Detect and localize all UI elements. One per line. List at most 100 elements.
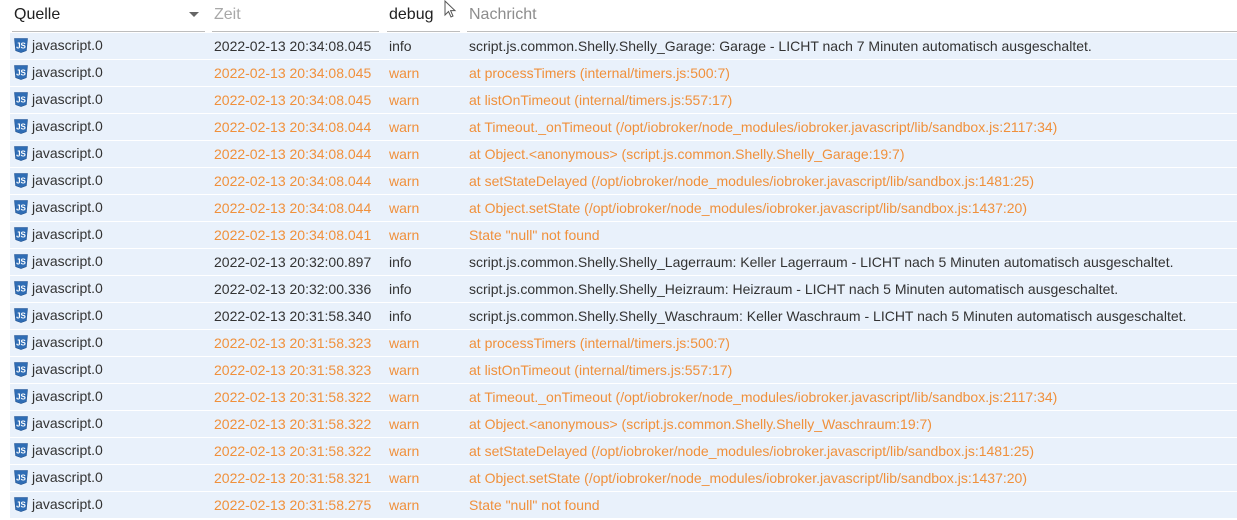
log-severity-cell: warn [389, 200, 420, 216]
log-row[interactable]: JS javascript.0 2022-02-13 20:31:58.323 war… [10, 357, 1237, 384]
log-source-text: javascript.0 [32, 361, 103, 377]
svg-text:JS: JS [16, 231, 26, 240]
log-message-cell: script.js.common.Shelly.Shelly_Heizraum:… [469, 281, 1119, 297]
log-source-text: javascript.0 [32, 415, 103, 431]
svg-text:JS: JS [16, 501, 26, 510]
log-row[interactable]: JS javascript.0 2022-02-13 20:34:08.044 war… [10, 141, 1237, 168]
svg-text:JS: JS [16, 177, 26, 186]
time-filter-input[interactable]: Zeit [212, 6, 379, 32]
log-severity-cell: info [389, 38, 412, 54]
log-time-cell: 2022-02-13 20:34:08.041 [214, 227, 372, 243]
svg-text:JS: JS [16, 42, 26, 51]
log-time-cell: 2022-02-13 20:31:58.323 [214, 335, 372, 351]
log-row[interactable]: JS javascript.0 2022-02-13 20:34:08.044 war… [10, 195, 1237, 222]
log-message-cell: at setStateDelayed (/opt/iobroker/node_m… [469, 443, 1034, 459]
log-source-text: javascript.0 [32, 334, 103, 350]
mouse-cursor-icon [444, 0, 457, 18]
javascript-adapter-icon: JS [14, 416, 28, 431]
javascript-adapter-icon: JS [14, 470, 28, 485]
log-time-cell: 2022-02-13 20:34:08.044 [214, 200, 372, 216]
log-time-cell: 2022-02-13 20:34:08.045 [214, 38, 372, 54]
log-message-cell: at listOnTimeout (internal/timers.js:557… [469, 362, 733, 378]
log-severity-cell: warn [389, 362, 420, 378]
javascript-adapter-icon: JS [14, 335, 28, 350]
log-message-cell: State "null" not found [469, 497, 600, 513]
log-time-cell: 2022-02-13 20:31:58.322 [214, 389, 372, 405]
log-source-text: javascript.0 [32, 37, 103, 53]
log-row[interactable]: JS javascript.0 2022-02-13 20:31:58.275 war… [10, 492, 1237, 519]
svg-text:JS: JS [16, 123, 26, 132]
log-severity-cell: warn [389, 146, 420, 162]
svg-text:JS: JS [16, 285, 26, 294]
svg-text:JS: JS [16, 312, 26, 321]
log-row[interactable]: JS javascript.0 2022-02-13 20:31:58.322 war… [10, 411, 1237, 438]
log-message-cell: at Timeout._onTimeout (/opt/iobroker/nod… [469, 119, 1058, 135]
log-time-cell: 2022-02-13 20:32:00.897 [214, 254, 372, 270]
javascript-adapter-icon: JS [14, 92, 28, 107]
javascript-adapter-icon: JS [14, 119, 28, 134]
log-row[interactable]: JS javascript.0 2022-02-13 20:31:58.322 war… [10, 438, 1237, 465]
log-message-cell: script.js.common.Shelly.Shelly_Waschraum… [469, 308, 1187, 324]
log-source-text: javascript.0 [32, 388, 103, 404]
log-message-cell: at Object.setState (/opt/iobroker/node_m… [469, 200, 1027, 216]
log-severity-cell: warn [389, 173, 420, 189]
log-severity-cell: warn [389, 227, 420, 243]
log-message-cell: at processTimers (internal/timers.js:500… [469, 65, 730, 81]
svg-text:JS: JS [16, 69, 26, 78]
javascript-adapter-icon: JS [14, 497, 28, 512]
log-row[interactable]: JS javascript.0 2022-02-13 20:34:08.044 war… [10, 168, 1237, 195]
log-row[interactable]: JS javascript.0 2022-02-13 20:34:08.044 war… [10, 114, 1237, 141]
log-source-text: javascript.0 [32, 253, 103, 269]
javascript-adapter-icon: JS [14, 443, 28, 458]
log-time-cell: 2022-02-13 20:34:08.044 [214, 119, 372, 135]
log-source-text: javascript.0 [32, 280, 103, 296]
log-row[interactable]: JS javascript.0 2022-02-13 20:34:08.045 inf… [10, 33, 1237, 60]
log-time-cell: 2022-02-13 20:34:08.045 [214, 92, 372, 108]
svg-text:JS: JS [16, 339, 26, 348]
log-row[interactable]: JS javascript.0 2022-02-13 20:34:08.045 war… [10, 60, 1237, 87]
log-time-cell: 2022-02-13 20:31:58.340 [214, 308, 372, 324]
log-severity-cell: info [389, 254, 412, 270]
source-filter-select[interactable]: Quelle [12, 6, 205, 32]
javascript-adapter-icon: JS [14, 308, 28, 323]
log-row[interactable]: JS javascript.0 2022-02-13 20:34:08.045 war… [10, 87, 1237, 114]
log-table-header: Quelle Zeit debug Nachricht [0, 0, 1237, 33]
log-severity-cell: warn [389, 119, 420, 135]
svg-text:JS: JS [16, 393, 26, 402]
log-row[interactable]: JS javascript.0 2022-02-13 20:31:58.321 war… [10, 465, 1237, 492]
log-row[interactable]: JS javascript.0 2022-02-13 20:31:58.322 war… [10, 384, 1237, 411]
log-time-cell: 2022-02-13 20:34:08.045 [214, 65, 372, 81]
log-severity-cell: info [389, 281, 412, 297]
log-time-cell: 2022-02-13 20:34:08.044 [214, 146, 372, 162]
log-severity-cell: warn [389, 443, 420, 459]
log-message-cell: at listOnTimeout (internal/timers.js:557… [469, 92, 733, 108]
source-filter-label: Quelle [14, 6, 61, 23]
log-time-cell: 2022-02-13 20:31:58.275 [214, 497, 372, 513]
javascript-adapter-icon: JS [14, 227, 28, 242]
svg-text:JS: JS [16, 150, 26, 159]
log-row[interactable]: JS javascript.0 2022-02-13 20:34:08.041 war… [10, 222, 1237, 249]
log-message-cell: at Object.setState (/opt/iobroker/node_m… [469, 470, 1027, 486]
javascript-adapter-icon: JS [14, 362, 28, 377]
log-row[interactable]: JS javascript.0 2022-02-13 20:32:00.897 inf… [10, 249, 1237, 276]
javascript-adapter-icon: JS [14, 389, 28, 404]
log-source-text: javascript.0 [32, 226, 103, 242]
log-message-cell: at setStateDelayed (/opt/iobroker/node_m… [469, 173, 1034, 189]
log-row[interactable]: JS javascript.0 2022-02-13 20:32:00.336 inf… [10, 276, 1237, 303]
chevron-down-icon[interactable] [189, 12, 199, 17]
log-source-text: javascript.0 [32, 145, 103, 161]
log-source-text: javascript.0 [32, 199, 103, 215]
javascript-adapter-icon: JS [14, 281, 28, 296]
log-source-text: javascript.0 [32, 442, 103, 458]
log-row[interactable]: JS javascript.0 2022-02-13 20:31:58.340 inf… [10, 303, 1237, 330]
message-filter-input[interactable]: Nachricht [467, 6, 1237, 32]
javascript-adapter-icon: JS [14, 254, 28, 269]
svg-text:JS: JS [16, 420, 26, 429]
log-severity-cell: info [389, 308, 412, 324]
javascript-adapter-icon: JS [14, 173, 28, 188]
log-message-cell: at Timeout._onTimeout (/opt/iobroker/nod… [469, 389, 1058, 405]
log-message-cell: at Object.<anonymous> (script.js.common.… [469, 146, 905, 162]
svg-text:JS: JS [16, 447, 26, 456]
log-row[interactable]: JS javascript.0 2022-02-13 20:31:58.323 war… [10, 330, 1237, 357]
log-severity-cell: warn [389, 497, 420, 513]
